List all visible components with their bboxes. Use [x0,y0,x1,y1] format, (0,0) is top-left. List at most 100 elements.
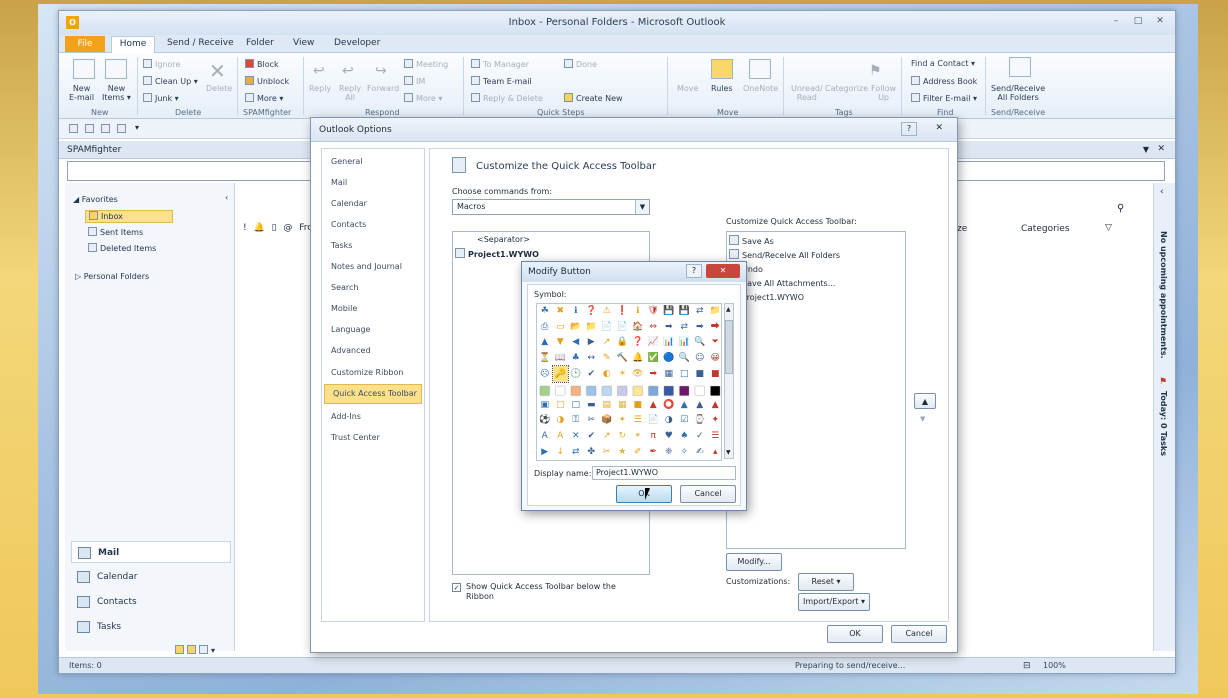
categories-column-header[interactable]: Categories [1021,224,1070,234]
spam-close-icon[interactable]: ✕ [1157,144,1165,154]
personal-folders-node[interactable]: ▷ Personal Folders [75,272,149,281]
symbol-cell[interactable]: ➡ [661,320,677,336]
symbol-cell[interactable]: ▲ [537,335,553,351]
minimize-button[interactable]: – [1107,15,1125,28]
show-below-ribbon-checkbox[interactable]: ✓ [452,583,461,592]
options-nav-search[interactable]: Search [331,283,358,292]
options-nav-mobile[interactable]: Mobile [331,304,357,313]
symbol-cell[interactable]: ✦ [615,413,631,429]
symbol-cell[interactable]: 🔑 [551,365,569,383]
options-nav-advanced[interactable]: Advanced [331,346,371,355]
symbol-cell[interactable]: ⇄ [692,304,708,320]
folder-list-icon[interactable] [187,645,196,654]
symbol-cell[interactable]: ◐ [599,366,615,382]
symbol-scrollbar[interactable]: ▲ ▼ [724,303,734,459]
symbol-cell[interactable]: ▤ [599,398,615,414]
modify-cancel-button[interactable]: Cancel [680,485,736,503]
zoom-out-icon[interactable]: ⊟ [1023,661,1031,671]
reply-delete-step[interactable]: Reply & Delete [471,93,543,103]
importance-column-icon[interactable]: ! [243,223,247,233]
modify-button[interactable]: Modify... [726,553,782,571]
options-nav-general[interactable]: General [331,157,363,166]
symbol-cell[interactable]: ♣ [568,351,584,367]
symbol-cell[interactable]: ↔ [584,351,600,367]
symbol-cell[interactable]: ✅ [646,351,662,367]
size-column-header[interactable]: ze [957,224,967,234]
symbol-cell[interactable]: ☘ [537,304,553,320]
done-step[interactable]: Done [564,59,597,69]
symbol-cell[interactable]: 🕒 [568,366,584,382]
onenote-button[interactable]: OneNote [743,84,778,93]
symbol-cell[interactable]: ☀ [615,366,631,382]
symbol-cell[interactable]: ■ [584,382,600,398]
categorize-button[interactable]: Categorize [825,84,868,93]
move-down-icon[interactable]: ▼ [920,415,925,423]
symbol-cell[interactable]: ℹ [630,304,646,320]
symbol-cell[interactable]: ■ [646,382,662,398]
symbol-cell[interactable]: ↗ [599,335,615,351]
symbol-cell[interactable]: ⏷ [708,335,724,351]
forward-button[interactable]: Forward [367,84,399,93]
symbol-cell[interactable]: 🔒 [615,335,631,351]
to-manager-step[interactable]: To Manager [471,59,529,69]
options-nav-notes-journal[interactable]: Notes and Journal [331,262,402,271]
respond-more-button[interactable]: More ▾ [404,93,442,103]
new-items-button[interactable]: New Items ▾ [102,84,131,102]
nav-contacts-button[interactable]: Contacts [71,591,231,613]
symbol-cell[interactable]: ✔ [584,429,600,445]
folder-sent-items[interactable]: Sent Items [88,227,143,237]
symbol-cell[interactable]: ■ [708,382,724,398]
folder-inbox[interactable]: Inbox [85,210,173,223]
symbol-cell[interactable]: ☹ [537,366,553,382]
symbol-cell[interactable]: ⎙ [537,320,553,336]
symbol-cell[interactable]: 📁 [584,320,600,336]
symbol-cell[interactable]: ✂ [599,444,615,460]
symbol-cell[interactable]: ▬ [584,398,600,414]
symbol-cell[interactable]: ✓ [692,429,708,445]
address-book-button[interactable]: Address Book [911,76,977,86]
symbol-cell[interactable]: 📦 [599,413,615,429]
symbol-cell[interactable]: ■ [708,366,724,382]
symbol-cell[interactable]: ☺ [692,351,708,367]
symbol-cell[interactable]: 💾 [661,304,677,320]
symbol-cell[interactable]: ✤ [584,444,600,460]
qat-item-send-receive[interactable]: Send/Receive All Folders [729,249,840,260]
spam-more-button[interactable]: More ▾ [245,93,283,103]
icon-column-icon[interactable]: ▯ [272,223,277,233]
symbol-cell[interactable]: 🔨 [615,351,631,367]
todo-expand-icon[interactable]: ‹ [1160,187,1164,197]
symbol-cell[interactable]: ✕ [568,429,584,445]
ignore-button[interactable]: Ignore [143,59,180,69]
symbol-cell[interactable]: ▲ [646,398,662,414]
options-nav-language[interactable]: Language [331,325,370,334]
scroll-up-icon[interactable]: ▲ [726,306,731,313]
search-icon[interactable]: ⚲ [1117,203,1124,214]
folder-deleted-items[interactable]: Deleted Items [88,243,156,253]
options-help-button[interactable]: ? [901,122,917,136]
symbol-cell[interactable]: ⭕ [661,398,677,414]
symbol-cell[interactable]: ▭ [553,320,569,336]
symbol-cell[interactable]: 😀 [708,351,724,367]
symbol-cell[interactable]: ↓ [553,444,569,460]
symbol-cell[interactable]: ◑ [661,413,677,429]
move-up-button[interactable]: ▲ [914,393,936,409]
clean-up-button[interactable]: Clean Up ▾ [143,76,198,86]
symbol-cell[interactable]: 🛡 [646,304,662,320]
block-button[interactable]: Block [245,59,279,69]
symbol-cell[interactable]: □ [677,366,693,382]
symbol-cell[interactable]: ✍ [692,444,708,460]
symbol-cell[interactable]: ■ [630,382,646,398]
symbol-cell[interactable]: ♠ [677,429,693,445]
symbol-cell[interactable]: 📈 [646,335,662,351]
symbol-cell[interactable]: 📄 [615,320,631,336]
symbol-cell[interactable]: 📄 [646,413,662,429]
symbol-cell[interactable]: ⌖ [630,429,646,445]
collapse-nav-icon[interactable]: ‹ [225,193,228,202]
symbol-cell[interactable]: □ [568,398,584,414]
send-receive-qat-icon[interactable] [69,124,78,133]
im-button[interactable]: IM [404,76,425,86]
favorites-header[interactable]: ◢ Favorites [73,195,118,204]
unread-read-button[interactable]: Unread/ Read [791,84,823,102]
symbol-cell[interactable]: ◑ [553,413,569,429]
symbol-cell[interactable]: ■ [692,366,708,382]
